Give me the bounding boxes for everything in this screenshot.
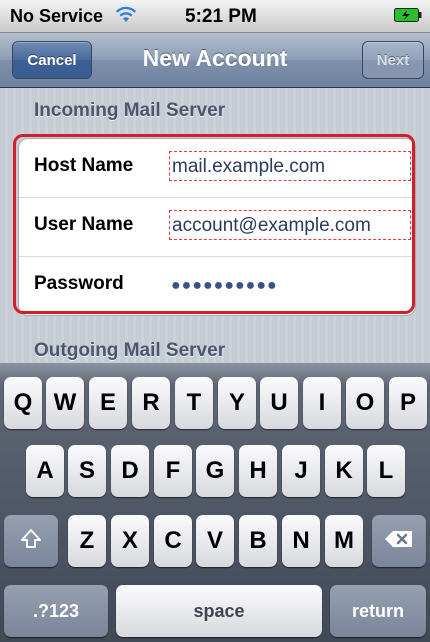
key-j[interactable]: J — [282, 445, 320, 497]
key-f[interactable]: F — [154, 445, 192, 497]
status-time: 5:21 PM — [185, 6, 257, 27]
shift-key[interactable] — [4, 515, 58, 567]
key-a[interactable]: A — [26, 445, 64, 497]
incoming-server-group: Host Name mail.example.com User Name acc… — [18, 138, 416, 316]
key-g[interactable]: G — [196, 445, 234, 497]
key-m[interactable]: M — [325, 515, 363, 567]
key-v[interactable]: V — [196, 515, 234, 567]
user-name-label: User Name — [34, 214, 134, 235]
delete-key[interactable] — [372, 515, 426, 567]
key-s[interactable]: S — [68, 445, 106, 497]
host-name-label: Host Name — [34, 155, 134, 176]
key-y[interactable]: Y — [218, 377, 256, 429]
key-k[interactable]: K — [325, 445, 363, 497]
key-t[interactable]: T — [175, 377, 213, 429]
carrier-text: No Service — [10, 6, 104, 26]
battery-charging-icon — [394, 8, 422, 27]
key-l[interactable]: L — [367, 445, 405, 497]
incoming-server-header: Incoming Mail Server — [34, 100, 226, 121]
user-name-field[interactable]: account@example.com — [169, 210, 411, 240]
key-u[interactable]: U — [260, 377, 298, 429]
key-z[interactable]: Z — [68, 515, 106, 567]
key-e[interactable]: E — [89, 377, 127, 429]
outgoing-server-header: Outgoing Mail Server — [34, 340, 226, 361]
return-key[interactable]: return — [330, 585, 426, 637]
key-o[interactable]: O — [346, 377, 384, 429]
key-b[interactable]: B — [239, 515, 277, 567]
next-button[interactable]: Next — [362, 41, 424, 79]
numbers-key[interactable]: .?123 — [4, 585, 108, 637]
key-x[interactable]: X — [111, 515, 149, 567]
status-bar: No Service 5:21 PM — [0, 0, 430, 33]
host-name-field[interactable]: mail.example.com — [169, 151, 411, 181]
key-i[interactable]: I — [303, 377, 341, 429]
wifi-icon — [115, 6, 137, 29]
key-p[interactable]: P — [389, 377, 427, 429]
navigation-bar: Cancel New Account Next — [0, 33, 430, 88]
key-r[interactable]: R — [132, 377, 170, 429]
backspace-icon — [384, 529, 414, 554]
host-name-row[interactable]: Host Name mail.example.com — [19, 139, 415, 198]
settings-content: Incoming Mail Server Host Name mail.exam… — [0, 88, 430, 363]
key-h[interactable]: H — [239, 445, 277, 497]
shift-icon — [20, 528, 42, 555]
space-key[interactable]: space — [116, 585, 322, 637]
password-row[interactable]: Password ●●●●●●●●●● — [19, 257, 415, 315]
on-screen-keyboard: Q W E R T Y U I O P A S D F G H J K L Z … — [0, 363, 430, 642]
user-name-row[interactable]: User Name account@example.com — [19, 198, 415, 257]
key-w[interactable]: W — [46, 377, 84, 429]
password-label: Password — [34, 273, 124, 294]
key-q[interactable]: Q — [4, 377, 42, 429]
key-d[interactable]: D — [111, 445, 149, 497]
key-n[interactable]: N — [282, 515, 320, 567]
password-field[interactable]: ●●●●●●●●●● — [169, 271, 411, 301]
key-c[interactable]: C — [154, 515, 192, 567]
